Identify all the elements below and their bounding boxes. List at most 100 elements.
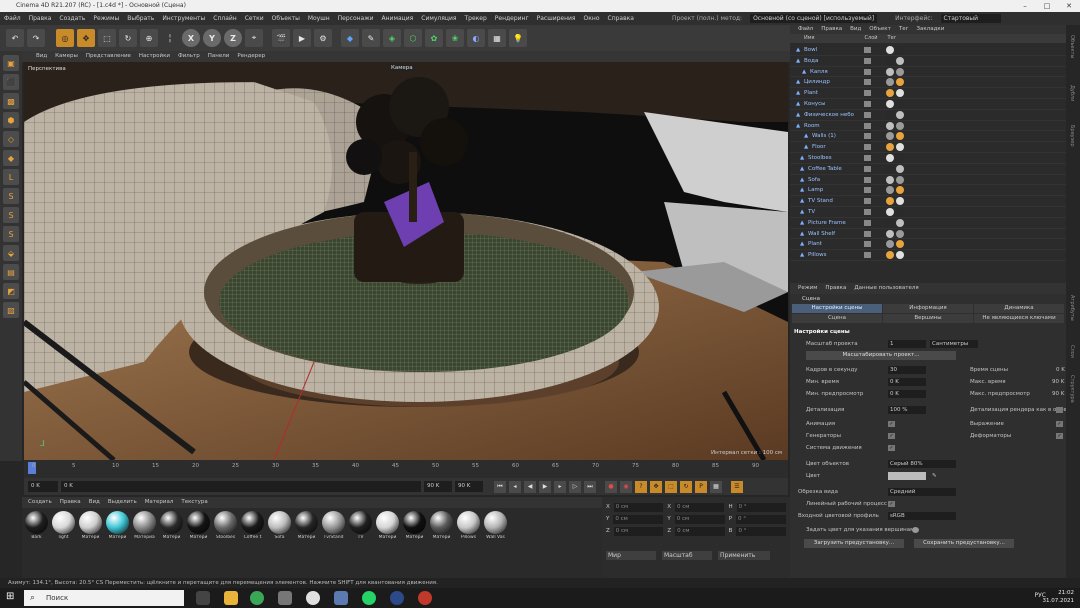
preview-min-field[interactable]: 0 K: [888, 390, 926, 398]
om-menu-tag[interactable]: Тег: [899, 25, 909, 34]
coord-field[interactable]: 0 °: [736, 514, 786, 524]
object-row[interactable]: ▲ Wall Shelf: [790, 229, 1066, 240]
mat-menu-create[interactable]: Создать: [28, 497, 52, 508]
polygons-mode-icon[interactable]: ◆: [3, 150, 19, 166]
menu-create[interactable]: Создать: [59, 12, 85, 25]
prev-key-icon[interactable]: ◂: [509, 480, 521, 493]
material-tag-icon[interactable]: [886, 67, 894, 76]
material-tag-icon[interactable]: [896, 164, 904, 173]
scale-key-icon[interactable]: ⬚: [665, 480, 677, 493]
preview-max-value[interactable]: 90 K: [1052, 389, 1064, 399]
interface-select[interactable]: Стартовый: [940, 14, 1001, 23]
taskbar-search[interactable]: ⌕ Поиск: [24, 590, 184, 606]
menu-tools[interactable]: Инструменты: [162, 12, 205, 25]
side-tab-takes[interactable]: Дубли: [1069, 85, 1075, 101]
material-tag-icon[interactable]: [886, 164, 894, 173]
material-tag-icon[interactable]: [896, 132, 904, 141]
material-tag-icon[interactable]: [886, 100, 894, 108]
object-row[interactable]: ▲ Walls (1): [790, 131, 1066, 143]
redo-icon[interactable]: ↷: [27, 29, 45, 47]
material-tag-icon[interactable]: [896, 110, 904, 119]
array-icon[interactable]: ⬡: [404, 29, 422, 47]
visibility-toggle[interactable]: [864, 111, 871, 118]
timeline-ruler[interactable]: 0 5 10 15 20 25 30 35 40 45 50 55 60 65 …: [24, 460, 788, 478]
vp-menu-options[interactable]: Настройки: [139, 51, 170, 62]
am-menu-mode[interactable]: Режим: [798, 283, 817, 294]
material-item[interactable]: Матери: [105, 511, 130, 540]
scale-unit-select[interactable]: Сантиметры: [930, 340, 978, 348]
coord-scale-select[interactable]: Масштаб: [662, 551, 712, 560]
next-key-icon[interactable]: ▷: [569, 480, 581, 493]
material-tag-icon[interactable]: [896, 175, 904, 184]
pla-key-icon[interactable]: ▦: [710, 480, 722, 493]
mat-menu-edit[interactable]: Правка: [60, 497, 81, 508]
om-menu-view[interactable]: Вид: [850, 25, 861, 34]
scale-project-button[interactable]: Масштабировать проект...: [806, 351, 956, 360]
object-row[interactable]: ▲ Floor: [790, 142, 1066, 153]
prev-frame-icon[interactable]: ◀: [524, 480, 536, 493]
tab-non-keys[interactable]: Не являющиеся ключами: [974, 314, 1064, 323]
edges-mode-icon[interactable]: ◇: [3, 131, 19, 147]
am-menu-userdata[interactable]: Данные пользователя: [854, 283, 918, 294]
recent-icon[interactable]: ⊕: [140, 29, 158, 47]
current-frame-field[interactable]: 0 K: [61, 481, 421, 492]
play-icon[interactable]: ▶: [539, 480, 551, 493]
coord-field[interactable]: 0 °: [736, 502, 787, 512]
visibility-toggle[interactable]: [864, 68, 871, 75]
whatsapp-icon[interactable]: [362, 591, 376, 605]
material-tag-icon[interactable]: [886, 175, 894, 184]
visibility-toggle[interactable]: [864, 122, 871, 129]
render-view-icon[interactable]: 🎬: [272, 29, 290, 47]
scale-icon[interactable]: ⬚: [98, 29, 116, 47]
material-tag-icon[interactable]: [896, 78, 904, 87]
menu-render[interactable]: Рендеринг: [495, 12, 529, 25]
tab-scene[interactable]: Сцена: [792, 314, 882, 323]
task-view-icon[interactable]: [196, 591, 210, 605]
coord-system-icon[interactable]: ⌖: [245, 29, 263, 47]
object-row[interactable]: ▲ Капля: [790, 67, 1066, 78]
object-row[interactable]: ▲ Picture Frame: [790, 218, 1066, 229]
menu-edit[interactable]: Правка: [29, 12, 52, 25]
object-row[interactable]: ▲ Plant: [790, 88, 1066, 99]
rotate-icon[interactable]: ↻: [119, 29, 137, 47]
object-row[interactable]: ▲ Plant: [790, 239, 1066, 251]
mat-menu-material[interactable]: Материал: [145, 497, 174, 508]
autokey-icon[interactable]: ◉: [620, 480, 632, 493]
om-menu-edit[interactable]: Правка: [821, 25, 842, 34]
menu-objects[interactable]: Объекты: [272, 12, 300, 25]
max-frame-field[interactable]: 90 K: [455, 481, 483, 492]
linear-workflow-checkbox[interactable]: ✓: [888, 501, 895, 507]
material-item[interactable]: Матери: [294, 511, 319, 540]
timeline-window-icon[interactable]: ☰: [731, 480, 743, 493]
material-item[interactable]: Матери: [159, 511, 184, 540]
object-row[interactable]: ▲ Room: [790, 121, 1066, 132]
sculpt-icon[interactable]: ▨: [3, 302, 19, 318]
side-tab-attributes[interactable]: Атрибуты: [1069, 295, 1075, 321]
visibility-toggle[interactable]: [864, 144, 871, 151]
undo-icon[interactable]: ↶: [6, 29, 24, 47]
material-item[interactable]: Tv/Stand: [321, 511, 346, 540]
material-tag-icon[interactable]: [886, 229, 894, 238]
layout-select[interactable]: Основной (со сценой) [используемый]: [750, 14, 878, 23]
save-preset-button[interactable]: Сохранить предустановку...: [914, 539, 1014, 548]
next-frame-icon[interactable]: ▸: [554, 480, 566, 493]
color-profile-select[interactable]: sRGB: [888, 512, 956, 520]
material-item[interactable]: Матери: [78, 511, 103, 540]
material-tag-icon[interactable]: [896, 89, 904, 98]
material-item[interactable]: Wall Vas: [483, 511, 508, 540]
view-color-swatch[interactable]: [888, 472, 926, 480]
material-tag-icon[interactable]: [886, 56, 894, 65]
side-tab-content-browser[interactable]: Браузер: [1069, 125, 1075, 147]
snap-settings-icon[interactable]: S: [3, 207, 19, 223]
material-tag-icon[interactable]: [886, 218, 894, 227]
move-icon[interactable]: ✥: [77, 29, 95, 47]
lod-field[interactable]: 100 %: [888, 406, 926, 414]
material-tag-icon[interactable]: [886, 143, 894, 152]
visibility-toggle[interactable]: [864, 230, 871, 237]
material-tag-icon[interactable]: [896, 229, 904, 238]
material-item[interactable]: Материа: [132, 511, 157, 540]
max-time-value[interactable]: 90 K: [1052, 377, 1064, 387]
param-key-icon[interactable]: P: [695, 480, 707, 493]
material-item[interactable]: Pillows: [456, 511, 481, 540]
opera-icon[interactable]: [418, 591, 432, 605]
